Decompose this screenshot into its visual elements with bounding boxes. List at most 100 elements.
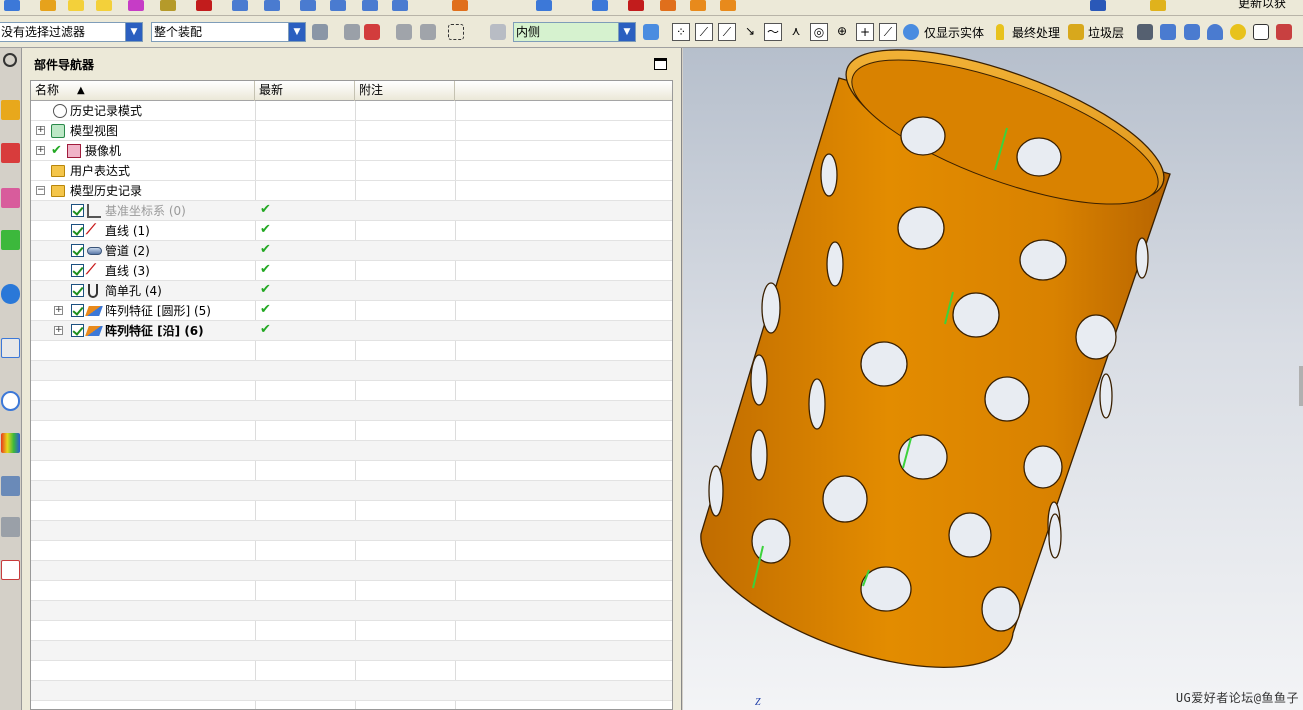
show-solid-only-icon[interactable] — [903, 24, 919, 40]
cylinder-shape-icon[interactable] — [1184, 24, 1200, 40]
point-dialog-icon[interactable] — [364, 24, 380, 40]
snap-endpoint-icon[interactable]: ⟋ — [695, 23, 713, 41]
type-filter-dropdown[interactable]: 没有选择过滤器 ▼ — [0, 22, 143, 42]
collapse-icon[interactable]: − — [36, 186, 45, 195]
pattern-shape-icon[interactable] — [1276, 24, 1292, 40]
reuse-library-icon[interactable] — [1, 230, 20, 250]
cylinder-icon[interactable] — [720, 0, 736, 11]
assembly-filter-icon[interactable] — [312, 24, 328, 40]
trash-layer-label[interactable]: 垃圾层 — [1088, 24, 1124, 41]
tree-row-datum-csys[interactable]: 基准坐标系 (0) ✔ — [31, 201, 672, 221]
hole-icon[interactable] — [362, 0, 378, 11]
tree-row-user-expressions[interactable]: 用户表达式 — [31, 161, 672, 181]
block-icon[interactable] — [690, 0, 706, 11]
tree-row-history-mode[interactable]: 历史记录模式 — [31, 101, 672, 121]
clock-icon[interactable] — [1, 391, 20, 411]
section-icon[interactable] — [232, 0, 248, 11]
snap-midpoint-icon[interactable]: ⟋ — [718, 23, 736, 41]
tree-row-line-1[interactable]: ⟋ 直线 (1) ✔ — [31, 221, 672, 241]
part-navigator-icon[interactable] — [1, 188, 20, 208]
chevron-down-icon[interactable]: ▼ — [618, 23, 635, 41]
point-icon[interactable] — [300, 0, 316, 11]
tree-row-camera[interactable]: + ✔ 摄像机 — [31, 141, 672, 161]
trash-layer-icon[interactable] — [1068, 24, 1084, 40]
layer-icon[interactable] — [160, 0, 176, 11]
visibility-checkbox[interactable] — [71, 284, 84, 297]
shell-icon[interactable] — [536, 0, 552, 11]
system-materials-icon[interactable] — [1, 476, 20, 496]
viewport-edge-tab[interactable] — [1299, 366, 1303, 406]
final-process-icon[interactable] — [996, 24, 1004, 40]
assembly-navigator-icon[interactable] — [1, 100, 20, 120]
blend-icon[interactable] — [330, 0, 346, 11]
tree-row-pattern-along[interactable]: + 阵列特征 [沿] (6) ✔ — [31, 321, 672, 341]
column-notes[interactable]: 附注 — [355, 81, 455, 101]
palette-icon[interactable] — [128, 0, 144, 11]
tree-row-pattern-circular[interactable]: + 阵列特征 [圆形] (5) ✔ — [31, 301, 672, 321]
web-browser-icon[interactable] — [1, 284, 20, 304]
revolve-icon[interactable] — [628, 0, 644, 11]
visibility-checkbox[interactable] — [71, 244, 84, 257]
solid-cube-icon[interactable] — [643, 24, 659, 40]
solid-only-label[interactable]: 仅显示实体 — [924, 24, 984, 41]
sort-arrow-icon[interactable]: ▲ — [77, 81, 85, 100]
constraint-navigator-icon[interactable] — [1, 143, 20, 163]
palette-nav-icon[interactable] — [1, 433, 20, 453]
cone-icon[interactable] — [1090, 0, 1106, 11]
cone-shape-icon[interactable] — [1207, 24, 1223, 40]
expand-icon[interactable]: + — [54, 326, 63, 335]
datum-icon[interactable] — [660, 0, 676, 11]
sphere-icon[interactable] — [1150, 0, 1166, 11]
view-icon[interactable] — [4, 0, 20, 11]
expand-icon[interactable]: + — [54, 306, 63, 315]
maximize-icon[interactable] — [654, 58, 667, 70]
snap-quadrant-icon[interactable]: ⊕ — [833, 23, 851, 41]
sketch-icon[interactable] — [264, 0, 280, 11]
show-hidden-icon[interactable] — [420, 24, 436, 40]
visibility-checkbox[interactable] — [71, 224, 84, 237]
tree-row-model-history[interactable]: − 模型历史记录 — [31, 181, 672, 201]
update-label[interactable]: 更新以获 — [1238, 0, 1286, 11]
block-cube-icon[interactable] — [1160, 24, 1176, 40]
final-process-label[interactable]: 最终处理 — [1012, 24, 1060, 41]
render-icon[interactable] — [196, 0, 212, 11]
chevron-down-icon[interactable]: ▼ — [288, 23, 305, 41]
selection-scope-dropdown[interactable]: 整个装配 ▼ — [151, 22, 306, 42]
face-rule-icon[interactable] — [490, 24, 506, 40]
chevron-down-icon[interactable]: ▼ — [125, 23, 142, 41]
snap-curve-icon[interactable]: 〜 — [764, 23, 782, 41]
expand-icon[interactable]: + — [36, 126, 45, 135]
column-name[interactable]: 名称 ▲ — [31, 81, 255, 101]
undo-icon[interactable] — [68, 0, 84, 11]
face-rule-dropdown[interactable]: 内侧 ▼ — [513, 22, 636, 42]
snap-point-icon[interactable] — [344, 24, 360, 40]
visibility-checkbox[interactable] — [71, 304, 84, 317]
save-icon[interactable] — [40, 0, 56, 11]
column-latest[interactable]: 最新 — [255, 81, 355, 101]
process-studio-icon[interactable] — [1, 517, 20, 537]
snap-intersect-icon[interactable]: ⋏ — [787, 23, 805, 41]
fillet-icon[interactable] — [452, 0, 468, 11]
extrude-icon[interactable] — [592, 0, 608, 11]
history-icon[interactable] — [1, 338, 20, 358]
visibility-checkbox[interactable] — [71, 264, 84, 277]
feature-tree[interactable]: 名称 ▲ 最新 附注 历史记录模式 + 模型视图 + ✔ 摄像机 用户表达式 −… — [30, 80, 673, 710]
perforated-tube-model[interactable] — [683, 48, 1303, 710]
snap-pole-icon[interactable]: ⟋ — [879, 23, 897, 41]
rectangle-select-icon[interactable] — [448, 24, 464, 40]
graphics-window[interactable]: Z UG爱好者论坛@鱼鱼子 — [683, 48, 1303, 710]
snap-control-icon[interactable]: ↘ — [741, 23, 759, 41]
tree-row-line-3[interactable]: ⟋ 直线 (3) ✔ — [31, 261, 672, 281]
layer-settings-icon[interactable] — [1137, 24, 1153, 40]
snap-all-icon[interactable]: ⁘ — [672, 23, 690, 41]
snap-center-icon[interactable]: ◎ — [810, 23, 828, 41]
redo-icon[interactable] — [96, 0, 112, 11]
pattern-icon[interactable] — [392, 0, 408, 11]
visibility-checkbox[interactable] — [71, 204, 84, 217]
tree-row-model-views[interactable]: + 模型视图 — [31, 121, 672, 141]
window-icon[interactable] — [1253, 24, 1269, 40]
expand-icon[interactable]: + — [36, 146, 45, 155]
tree-row-simple-hole[interactable]: 简单孔 (4) ✔ — [31, 281, 672, 301]
sphere-shape-icon[interactable] — [1230, 24, 1246, 40]
snap-existing-icon[interactable]: + — [856, 23, 874, 41]
